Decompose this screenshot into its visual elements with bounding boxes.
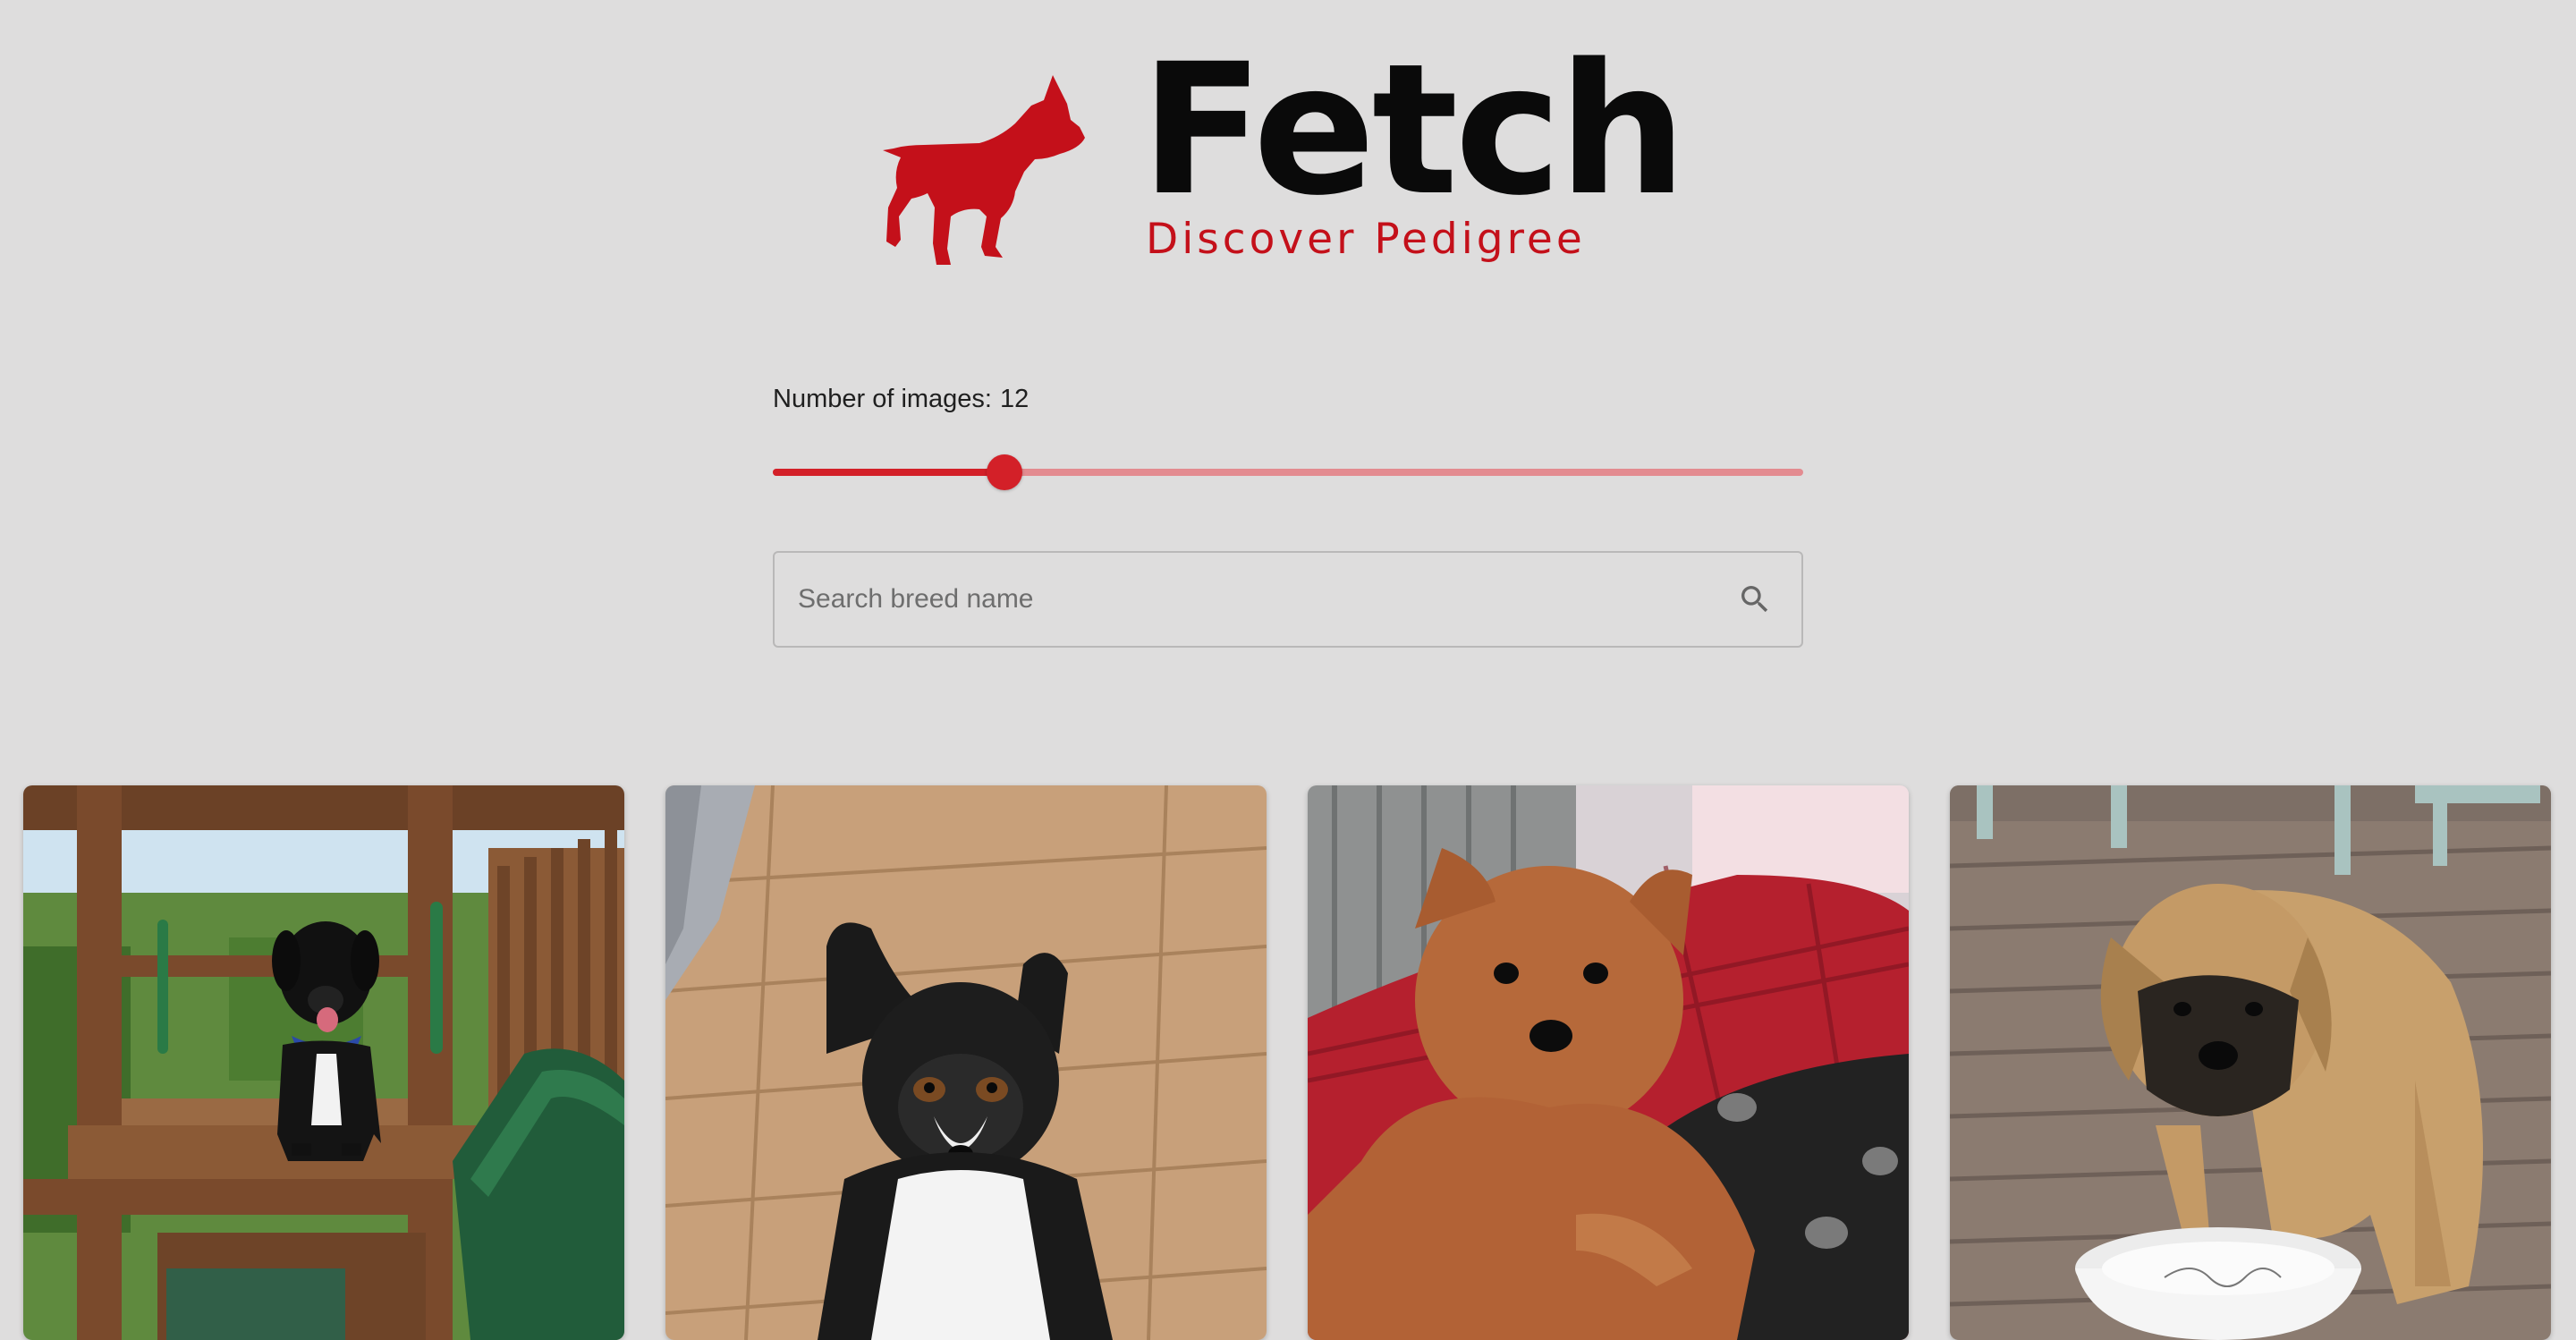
image-count-value: 12 (1000, 385, 1030, 413)
dog-image-1[interactable] (23, 785, 624, 1340)
breed-search-input[interactable] (796, 553, 1690, 646)
dog-image-3[interactable] (1308, 785, 1909, 1340)
app-title: Fetch (1140, 24, 1687, 235)
dog-photo-4 (1950, 785, 2551, 1340)
image-count-label-text: Number of images: (773, 385, 992, 413)
slider-thumb[interactable] (987, 454, 1022, 490)
image-count-slider-block: Number of images: 12 (773, 386, 1803, 490)
dog-image-4[interactable] (1950, 785, 2551, 1340)
dog-logo-icon (883, 75, 1085, 265)
slider-fill (773, 469, 1004, 476)
slider-track[interactable] (773, 469, 1803, 476)
breed-search-box (773, 551, 1803, 648)
app-subtitle: Discover Pedigree (1146, 215, 1586, 264)
dog-image-grid (23, 785, 2553, 1340)
dog-photo-1 (23, 785, 624, 1340)
dog-photo-3 (1308, 785, 1909, 1340)
app-logo: Fetch Discover Pedigree (881, 39, 1704, 274)
dog-image-2[interactable] (665, 785, 1267, 1340)
dog-photo-2 (665, 785, 1267, 1340)
image-count-label: Number of images: 12 (773, 386, 1803, 412)
search-icon[interactable] (1737, 581, 1773, 617)
